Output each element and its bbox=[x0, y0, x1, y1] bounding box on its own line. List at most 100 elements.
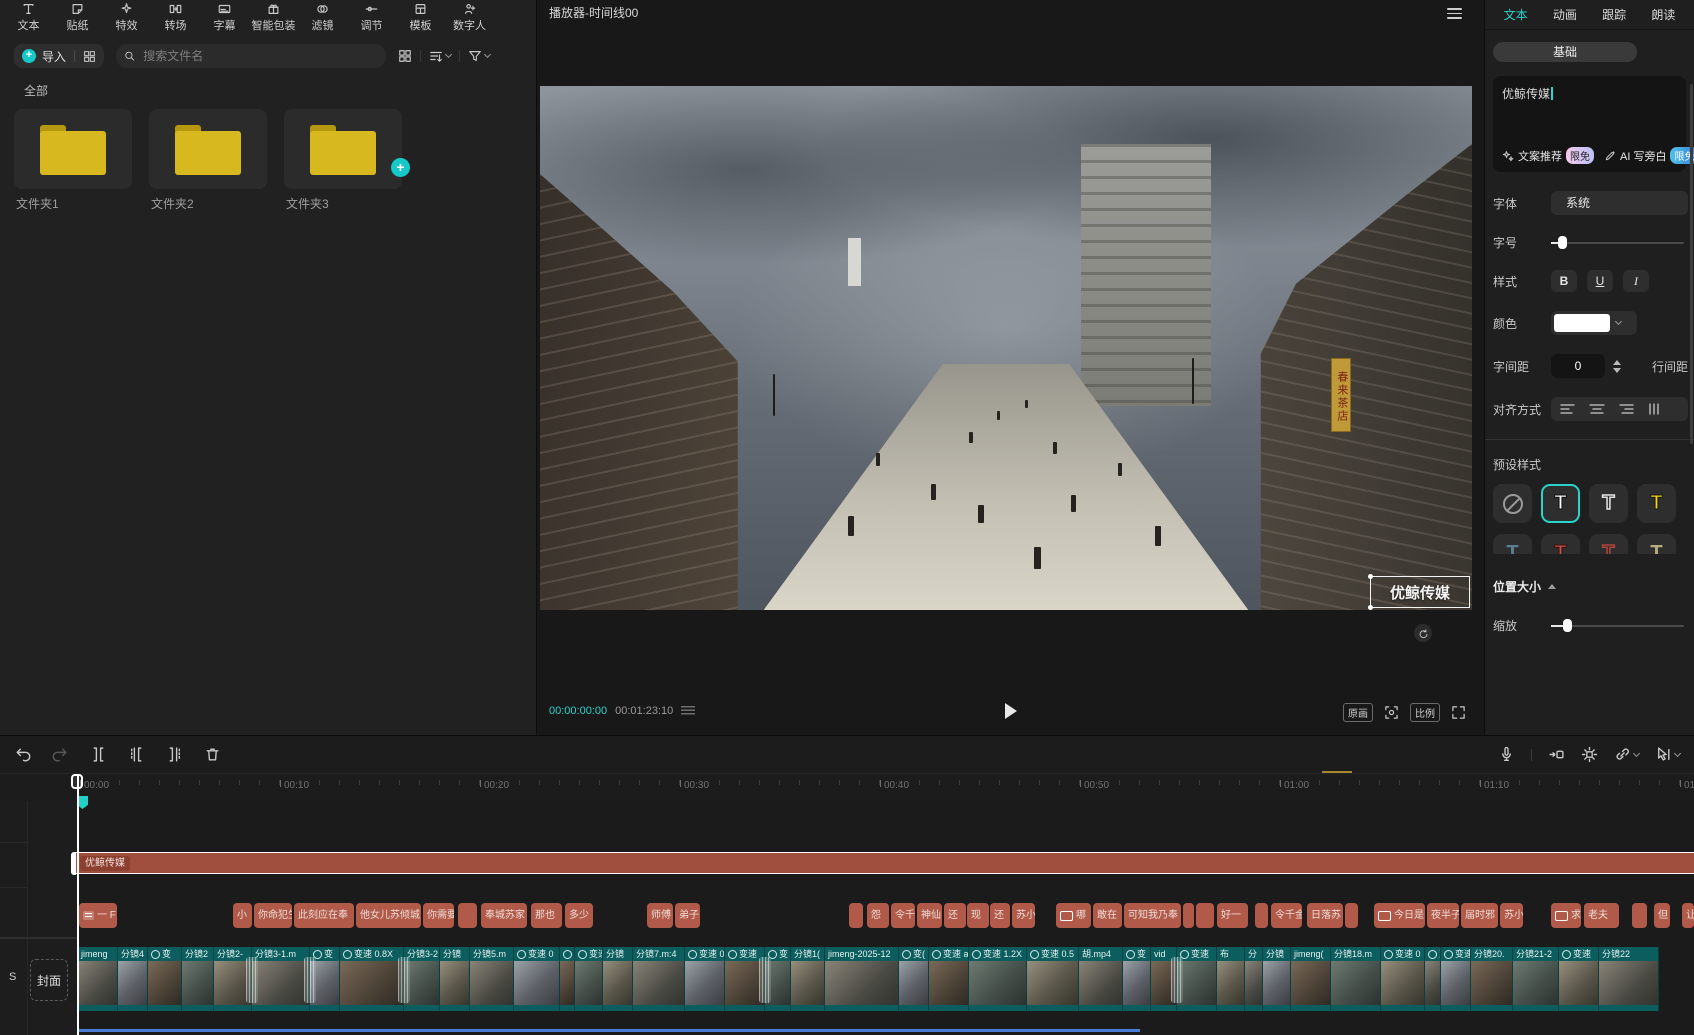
selected-text-clip[interactable]: 优鲸传媒 bbox=[76, 852, 1694, 874]
subtitle-clip[interactable]: 弟子 bbox=[675, 903, 700, 928]
slider-knob[interactable] bbox=[1563, 619, 1572, 632]
focus-preview-icon[interactable] bbox=[1384, 705, 1399, 720]
video-clip[interactable]: 分镜7.m:4 bbox=[633, 947, 685, 1011]
scale-slider[interactable] bbox=[1551, 625, 1684, 627]
playhead-line[interactable] bbox=[77, 774, 79, 1035]
video-clip[interactable]: 变速 bbox=[575, 947, 603, 1011]
subtitle-clip[interactable]: 你需要 bbox=[423, 903, 454, 928]
tab-tracking[interactable]: 跟踪 bbox=[1602, 6, 1626, 23]
undo-button[interactable] bbox=[14, 746, 31, 763]
subtitle-clip[interactable]: 求 bbox=[1551, 903, 1581, 928]
subtitle-clip[interactable]: 夜半子 bbox=[1427, 903, 1459, 928]
subtitle-clip[interactable]: 令千金 bbox=[1271, 903, 1302, 928]
link-clips-button[interactable] bbox=[1614, 746, 1639, 763]
subtitle-clip[interactable]: 可知我乃奉 bbox=[1124, 903, 1181, 928]
subtitle-clip[interactable]: 敢在 bbox=[1093, 903, 1122, 928]
video-clip[interactable]: jimeng( bbox=[1291, 947, 1331, 1011]
import-button[interactable]: + 导入 bbox=[14, 44, 104, 68]
video-clip[interactable]: 变速 0.8X bbox=[340, 947, 404, 1011]
bold-button[interactable]: B bbox=[1551, 270, 1577, 292]
video-clip[interactable]: 分镜2 bbox=[182, 947, 214, 1011]
player-menu-button[interactable] bbox=[1447, 8, 1462, 19]
subtitle-clip[interactable]: 还 bbox=[944, 903, 966, 928]
timeline-ruler[interactable]: 00:00 00:10 00:20 00:30 00:40 00:50 01:0… bbox=[0, 773, 1694, 801]
record-voiceover-button[interactable] bbox=[1498, 746, 1515, 763]
sort-button[interactable] bbox=[429, 49, 451, 63]
video-clip[interactable]: 分镜5.m bbox=[470, 947, 514, 1011]
selection-handle[interactable] bbox=[1368, 574, 1373, 579]
overwrite-mode-button[interactable] bbox=[1548, 746, 1565, 763]
select-mode-button[interactable] bbox=[1655, 746, 1680, 763]
grid-view-icon[interactable] bbox=[398, 49, 412, 63]
ai-voiceover-button[interactable]: AI 写旁白 bbox=[1620, 148, 1666, 164]
video-clip[interactable]: 变速 0 bbox=[514, 947, 560, 1011]
filter-button[interactable] bbox=[468, 49, 490, 63]
video-clip[interactable]: 变速 a( bbox=[929, 947, 969, 1011]
letter-spacing-stepper[interactable] bbox=[1610, 354, 1624, 378]
position-size-section[interactable]: 位置大小 bbox=[1493, 578, 1694, 595]
video-preview[interactable]: 春来茶店 优鲸传媒 bbox=[540, 86, 1472, 610]
section-label-all[interactable]: 全部 bbox=[24, 82, 536, 99]
ratio-button[interactable]: 比例 bbox=[1410, 703, 1440, 722]
align-center-icon[interactable] bbox=[1589, 403, 1605, 415]
video-clip[interactable]: 变 bbox=[560, 947, 575, 1011]
text-content-input[interactable]: 优鲸传媒 文案推荐 限免 AI 写旁白 限免 bbox=[1493, 76, 1686, 172]
play-button[interactable] bbox=[1005, 703, 1017, 719]
align-right-icon[interactable] bbox=[1618, 403, 1634, 415]
subtitle-clip[interactable]: 哪 bbox=[1056, 903, 1091, 928]
video-clip[interactable]: 变 bbox=[1123, 947, 1151, 1011]
video-clip[interactable]: 分镜 bbox=[440, 947, 470, 1011]
tab-sticker[interactable]: 贴纸 bbox=[53, 2, 102, 33]
subtitle-clip[interactable]: 你命犯生 bbox=[254, 903, 292, 928]
letter-spacing-input[interactable]: 0 bbox=[1551, 354, 1605, 378]
video-clip[interactable]: 分镜22 bbox=[1599, 947, 1659, 1011]
preset-blue[interactable]: T bbox=[1493, 534, 1532, 554]
video-clip[interactable]: 变速 bbox=[1177, 947, 1217, 1011]
rotate-handle[interactable] bbox=[1414, 624, 1432, 642]
frame-list-icon[interactable] bbox=[681, 706, 695, 717]
tab-filters[interactable]: 滤镜 bbox=[298, 2, 347, 33]
slider-knob[interactable] bbox=[1558, 236, 1567, 249]
video-clip[interactable]: 变速 0.5 bbox=[1027, 947, 1079, 1011]
video-clip[interactable]: 分镜 bbox=[603, 947, 633, 1011]
subtitle-clip[interactable]: 一 F bbox=[79, 903, 117, 928]
split-delete-left-button[interactable] bbox=[128, 746, 145, 763]
subtitle-clip[interactable]: 令千 bbox=[891, 903, 915, 928]
search-box[interactable] bbox=[116, 44, 386, 68]
tab-read-aloud[interactable]: 朗读 bbox=[1651, 6, 1675, 23]
video-clip[interactable]: 变速 1.2X bbox=[969, 947, 1027, 1011]
subtitle-clip[interactable]: 神仙 bbox=[917, 903, 942, 928]
folder-card[interactable]: 文件夹2 bbox=[149, 109, 267, 212]
tab-digital-human[interactable]: 数字人 bbox=[445, 2, 494, 33]
video-clip[interactable]: 分镜18.m bbox=[1331, 947, 1381, 1011]
video-clip[interactable]: 胡.mp4 bbox=[1079, 947, 1123, 1011]
preset-red[interactable]: T bbox=[1541, 534, 1580, 554]
tab-smart-pack[interactable]: 智能包装 bbox=[249, 2, 298, 33]
preset-none[interactable] bbox=[1493, 484, 1532, 523]
subtitle-clip[interactable]: 好一 bbox=[1217, 903, 1248, 928]
cover-button[interactable]: 封面 bbox=[30, 959, 68, 1001]
video-clip[interactable]: 分 bbox=[1245, 947, 1263, 1011]
tab-captions[interactable]: 字幕 bbox=[200, 2, 249, 33]
video-clip[interactable]: 变 bbox=[148, 947, 182, 1011]
add-to-timeline-button[interactable]: + bbox=[391, 158, 410, 177]
tab-effects[interactable]: 特效 bbox=[102, 2, 151, 33]
video-clip[interactable]: 分镜4 bbox=[118, 947, 148, 1011]
playhead-handle[interactable] bbox=[71, 774, 83, 789]
video-clip[interactable]: 变速 bbox=[1441, 947, 1471, 1011]
subtitle-clip[interactable]: 那也 bbox=[531, 903, 562, 928]
preset-outline[interactable]: T bbox=[1589, 484, 1628, 523]
subtitle-clip[interactable] bbox=[1196, 903, 1214, 928]
video-clip[interactable]: jimeng-2025-12 bbox=[825, 947, 899, 1011]
fullscreen-icon[interactable] bbox=[1451, 705, 1466, 720]
video-clip[interactable]: 变 bbox=[765, 947, 791, 1011]
subtitle-clip[interactable]: 让 bbox=[1682, 903, 1694, 928]
subtitle-clip[interactable]: 现 bbox=[967, 903, 989, 928]
copy-suggest-button[interactable]: 文案推荐 bbox=[1518, 148, 1562, 164]
subtab-basic[interactable]: 基础 bbox=[1493, 42, 1637, 62]
inspector-scrollbar[interactable] bbox=[1690, 84, 1693, 444]
video-clip[interactable]: 布 bbox=[1217, 947, 1245, 1011]
align-left-icon[interactable] bbox=[1560, 403, 1576, 415]
font-size-slider[interactable] bbox=[1551, 242, 1684, 244]
auto-split-button[interactable] bbox=[1581, 746, 1598, 763]
